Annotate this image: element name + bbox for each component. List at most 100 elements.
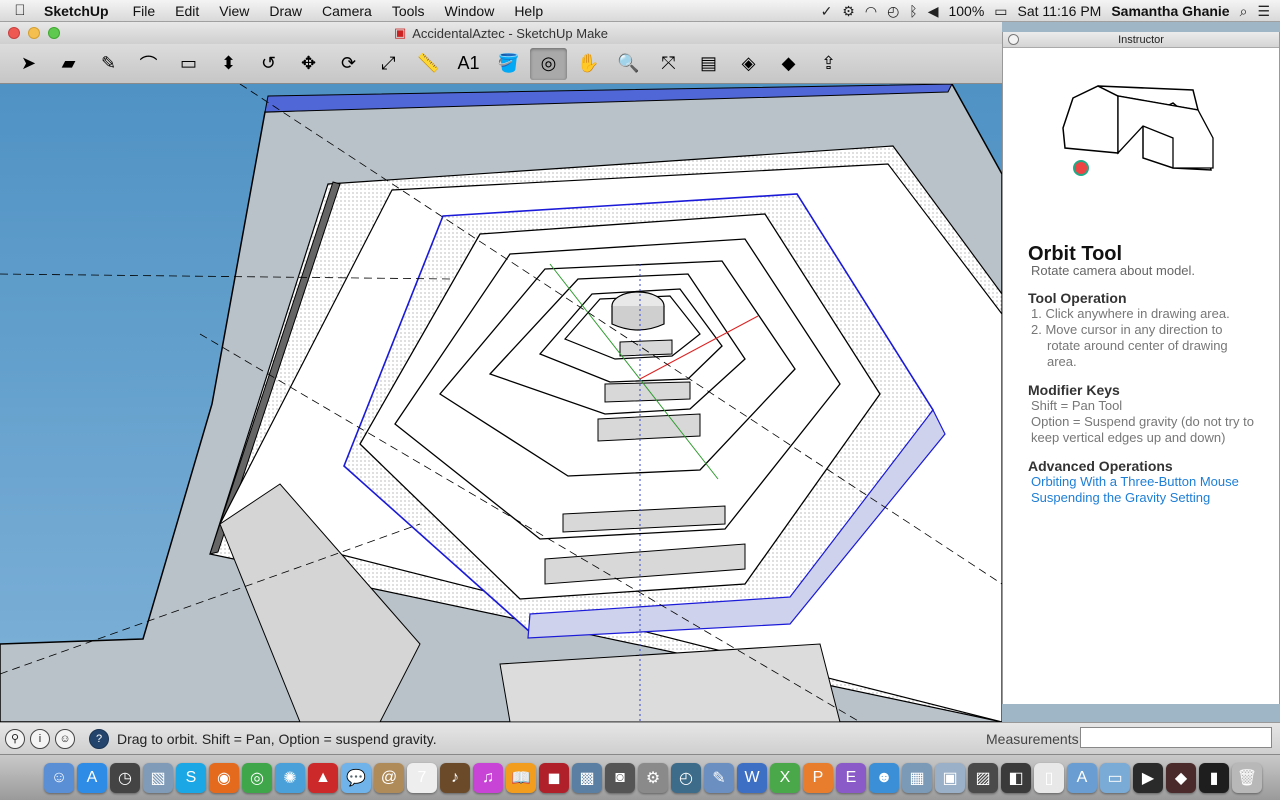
game-icon[interactable]: ◆ <box>1166 762 1196 793</box>
menu-tools[interactable]: Tools <box>382 3 435 19</box>
ibooks-icon[interactable]: 📖 <box>506 762 536 793</box>
calculator-icon[interactable]: ▦ <box>902 762 932 793</box>
powerpoint-icon[interactable]: P <box>803 762 833 793</box>
calendar-icon[interactable]: 7 <box>407 762 437 793</box>
movie-icon[interactable]: ▶ <box>1133 762 1163 793</box>
components-tool-icon[interactable]: ◈ <box>730 48 767 80</box>
model-info-tool-icon[interactable]: ▤ <box>690 48 727 80</box>
document-icon: ▣ <box>393 25 407 40</box>
arc-tool-icon[interactable]: ⌒ <box>130 48 167 80</box>
rotate-tool-icon[interactable]: ⟳ <box>330 48 367 80</box>
user-name[interactable]: Samantha Ghanie <box>1111 3 1229 19</box>
apple-icon[interactable]:  <box>0 2 40 19</box>
menu-view[interactable]: View <box>209 3 259 19</box>
checkmark-icon[interactable]: ✓ <box>821 3 833 20</box>
notification-list-icon[interactable]: ☰ <box>1257 3 1270 20</box>
applications-folder-icon[interactable]: A <box>1067 762 1097 793</box>
user-account-icon[interactable]: ☺ <box>55 728 75 749</box>
system-preferences-icon[interactable]: ⚙ <box>638 762 668 793</box>
entourage-icon[interactable]: E <box>836 762 866 793</box>
eraser-tool-icon[interactable]: ▰ <box>50 48 87 80</box>
image-capture-icon[interactable]: ◙ <box>605 762 635 793</box>
menu-window[interactable]: Window <box>435 3 505 19</box>
orbit-tool-icon[interactable]: ◎ <box>530 47 567 80</box>
document-icon[interactable]: ▯ <box>1034 762 1064 793</box>
central-dome-base <box>611 306 665 331</box>
menu-app-name[interactable]: SketchUp <box>40 3 123 19</box>
finder-icon[interactable]: ☺ <box>44 762 74 793</box>
skype-icon[interactable]: S <box>176 762 206 793</box>
offset-tool-icon[interactable]: ↺ <box>250 48 287 80</box>
textedit-icon[interactable]: ✎ <box>704 762 734 793</box>
wifi-icon[interactable]: ◠ <box>865 3 877 20</box>
measurements-input[interactable] <box>1080 727 1272 748</box>
tape-measure-tool-icon[interactable]: 📏 <box>410 48 447 80</box>
photo-icon[interactable]: ▨ <box>968 762 998 793</box>
app-store-icon[interactable]: A <box>77 762 107 793</box>
safari-icon[interactable]: ✺ <box>275 762 305 793</box>
grab-icon[interactable]: ▣ <box>935 762 965 793</box>
menu-camera[interactable]: Camera <box>312 3 382 19</box>
instructor-titlebar[interactable]: Instructor <box>1003 32 1279 48</box>
menu-file[interactable]: File <box>123 3 166 19</box>
window-titlebar[interactable]: ▣ AccidentalAztec - SketchUp Make <box>0 22 1002 44</box>
text-tool-icon[interactable]: A1 <box>450 48 487 80</box>
chrome-icon[interactable]: ◎ <box>242 762 272 793</box>
scale-tool-icon[interactable]: ⤢ <box>370 48 407 80</box>
zoom-extents-tool-icon[interactable]: ⤧ <box>650 48 687 80</box>
iphoto-icon[interactable]: ▩ <box>572 762 602 793</box>
dashboard-icon[interactable]: ◷ <box>110 762 140 793</box>
minimize-window-button[interactable] <box>28 27 40 39</box>
pan-tool-icon[interactable]: ✋ <box>570 48 607 80</box>
gear-icon[interactable]: ⚙ <box>842 3 855 20</box>
bluetooth-icon[interactable]: ᛒ <box>909 3 917 19</box>
battery-icon[interactable]: ▭ <box>994 3 1007 20</box>
zoom-tool-icon[interactable]: 🔍 <box>610 48 647 80</box>
documents-folder-icon[interactable]: ▭ <box>1100 762 1130 793</box>
link-suspending-gravity[interactable]: Suspending the Gravity Setting <box>1031 490 1210 505</box>
link-three-button-mouse[interactable]: Orbiting With a Three-Button Mouse <box>1031 474 1239 489</box>
pencil-tool-icon[interactable]: ✎ <box>90 48 127 80</box>
share-model-tool-icon[interactable]: ⇪ <box>810 48 847 80</box>
messages-icon[interactable]: 💬 <box>341 762 371 793</box>
zoom-window-button[interactable] <box>48 27 60 39</box>
window-title: AccidentalAztec - SketchUp Make <box>412 25 609 41</box>
preview-icon[interactable]: ▧ <box>143 762 173 793</box>
rectangle-tool-icon[interactable]: ▭ <box>170 48 207 80</box>
menu-draw[interactable]: Draw <box>259 3 312 19</box>
close-window-button[interactable] <box>8 27 20 39</box>
tool-operation-step-2-end: area. <box>1047 354 1077 369</box>
contacts-icon[interactable]: @ <box>374 762 404 793</box>
credits-info-icon[interactable]: i <box>30 728 50 749</box>
battery-percent[interactable]: 100% <box>948 3 984 19</box>
instructor-close-button[interactable] <box>1008 34 1019 45</box>
geo-location-icon[interactable]: ⚲ <box>5 728 25 749</box>
select-tool-icon[interactable]: ➤ <box>10 48 47 80</box>
warehouse-tool-icon[interactable]: ◆ <box>770 48 807 80</box>
firefox-icon[interactable]: ◉ <box>209 762 239 793</box>
move-tool-icon[interactable]: ✥ <box>290 48 327 80</box>
excel-icon[interactable]: X <box>770 762 800 793</box>
trash-icon[interactable]: 🗑 <box>1232 762 1262 793</box>
itunes-icon[interactable]: ♫ <box>473 762 503 793</box>
photo-booth-icon[interactable]: ◼ <box>539 762 569 793</box>
dock: ☺ A ◷ ▧ S ◉ ◎ ✺ ▲ 💬 @7 ♪ ♫ 📖 ◼ ▩ ◙ ⚙ ◴ ✎ W X P E ☻ ▦ ▣ ▨ ◧ ▯ A ▭ ▶ ◆ ▮ 🗑 <box>0 754 1280 800</box>
garageband-icon[interactable]: ♪ <box>440 762 470 793</box>
menu-edit[interactable]: Edit <box>165 3 209 19</box>
time-machine-icon[interactable]: ◴ <box>887 3 899 20</box>
terminal-icon[interactable]: ▮ <box>1199 762 1229 793</box>
paint-bucket-tool-icon[interactable]: 🪣 <box>490 48 527 80</box>
push-pull-tool-icon[interactable]: ⬍ <box>210 48 247 80</box>
sketchup-icon[interactable]: ▲ <box>308 762 338 793</box>
spotlight-search-icon[interactable]: ⌕ <box>1240 3 1248 20</box>
time-machine-icon[interactable]: ◴ <box>671 762 701 793</box>
volume-icon[interactable]: ◀ <box>928 3 939 20</box>
word-icon[interactable]: W <box>737 762 767 793</box>
comic-icon[interactable]: ◧ <box>1001 762 1031 793</box>
menu-help[interactable]: Help <box>504 3 553 19</box>
model-view[interactable] <box>0 84 1002 722</box>
help-icon[interactable]: ? <box>89 728 109 749</box>
clock[interactable]: Sat 11:16 PM <box>1018 3 1102 19</box>
drawing-area[interactable] <box>0 84 1002 722</box>
messenger-icon[interactable]: ☻ <box>869 762 899 793</box>
